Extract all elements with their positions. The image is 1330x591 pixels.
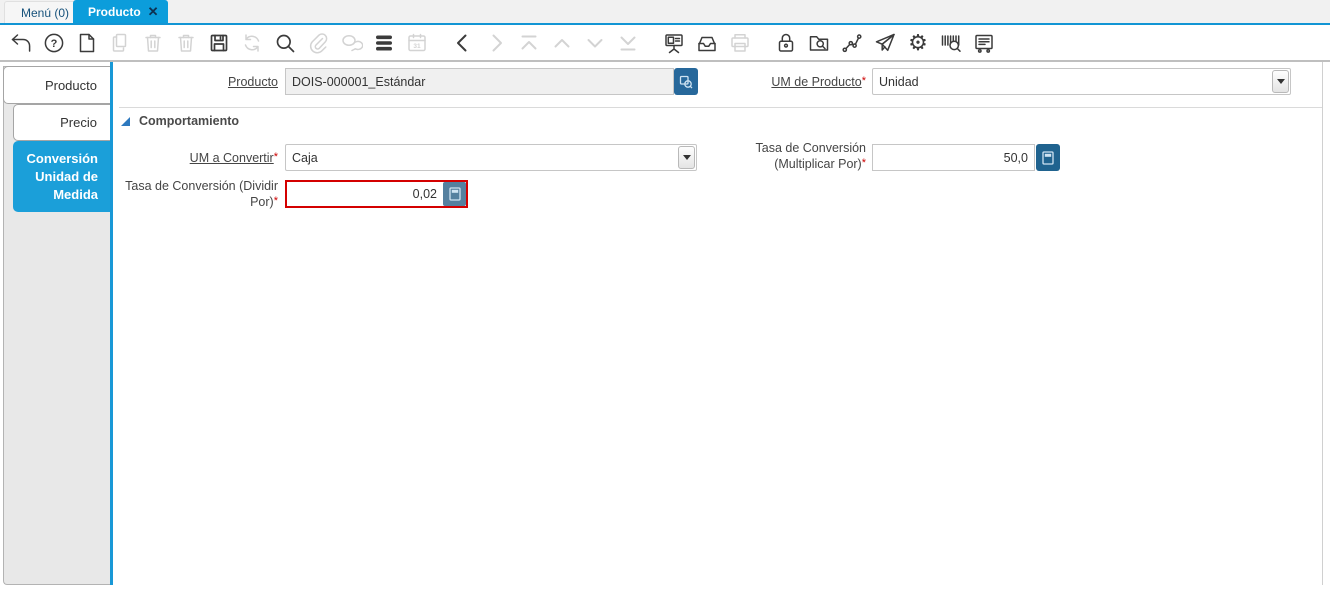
attachment-icon[interactable] xyxy=(305,30,331,56)
copy-record-icon[interactable] xyxy=(107,30,133,56)
panel-right-edge xyxy=(1322,62,1323,585)
next-record-icon[interactable] xyxy=(483,30,509,56)
section-header: Comportamiento xyxy=(121,114,239,128)
help-icon[interactable]: ? xyxy=(41,30,67,56)
product-search-button[interactable] xyxy=(674,68,698,95)
workflow-icon[interactable] xyxy=(839,30,865,56)
uom-to-label[interactable]: UM a Convertir* xyxy=(118,150,278,166)
new-record-icon[interactable] xyxy=(74,30,100,56)
save-icon[interactable] xyxy=(206,30,232,56)
section-title: Comportamiento xyxy=(139,114,239,128)
product-uom-required-marker: * xyxy=(861,75,866,87)
multiply-rate-required-marker: * xyxy=(861,157,866,169)
product-field[interactable] xyxy=(285,68,674,95)
sidebar-tab-conversion-um[interactable]: Conversión Unidad de Medida xyxy=(13,141,110,212)
uom-to-dropdown-button[interactable] xyxy=(678,146,695,169)
product-uom-combobox[interactable] xyxy=(872,68,1291,95)
product-input[interactable] xyxy=(286,69,673,94)
product-window: Menú (0) Producto ✕ ? 31 ⚙ Producto Prec… xyxy=(0,0,1330,591)
lock-icon[interactable] xyxy=(773,30,799,56)
product-uom-label[interactable]: UM de Producto* xyxy=(696,74,866,90)
archive-icon[interactable] xyxy=(694,30,720,56)
tab-producto[interactable]: Producto ✕ xyxy=(73,0,168,23)
multiply-rate-label: Tasa de Conversión (Multiplicar Por)* xyxy=(696,141,866,172)
pos-icon[interactable] xyxy=(971,30,997,56)
multiply-rate-label-text: Tasa de Conversión (Multiplicar Por) xyxy=(755,141,866,171)
grid-toggle-icon[interactable] xyxy=(371,30,397,56)
delete-record-icon[interactable] xyxy=(140,30,166,56)
process-icon[interactable]: ⚙ xyxy=(905,30,931,56)
send-icon[interactable] xyxy=(872,30,898,56)
chat-icon[interactable] xyxy=(338,30,364,56)
product-uom-label-link[interactable]: UM de Producto xyxy=(771,75,861,89)
multiply-rate-calculator-button[interactable] xyxy=(1036,144,1060,171)
sidebar-tab-precio[interactable]: Precio xyxy=(13,104,110,141)
first-record-icon[interactable] xyxy=(516,30,542,56)
uom-to-label-link[interactable]: UM a Convertir xyxy=(190,151,274,165)
uom-to-input[interactable] xyxy=(286,145,676,170)
uom-to-combobox[interactable] xyxy=(285,144,697,171)
refresh-icon[interactable] xyxy=(239,30,265,56)
detail-record-icon[interactable] xyxy=(582,30,608,56)
product-info-icon[interactable] xyxy=(938,30,964,56)
parent-record-icon[interactable] xyxy=(549,30,575,56)
svg-text:?: ? xyxy=(51,37,58,49)
find-icon[interactable] xyxy=(272,30,298,56)
sidebar-tab-producto[interactable]: Producto xyxy=(3,66,110,104)
product-label[interactable]: Producto xyxy=(118,74,278,90)
divide-rate-label-text: Tasa de Conversión (Dividir Por) xyxy=(125,179,278,209)
divide-rate-field-group[interactable] xyxy=(285,180,468,208)
sidebar-divider xyxy=(110,62,113,585)
svg-text:31: 31 xyxy=(413,42,421,49)
tab-producto-label: Producto xyxy=(88,4,141,19)
divide-rate-label: Tasa de Conversión (Dividir Por)* xyxy=(118,179,278,210)
divide-rate-input[interactable] xyxy=(287,182,443,206)
print-icon[interactable] xyxy=(727,30,753,56)
delete-selection-icon[interactable] xyxy=(173,30,199,56)
chevron-down-icon xyxy=(682,155,691,160)
close-icon[interactable]: ✕ xyxy=(148,4,159,20)
divide-rate-required-marker: * xyxy=(273,195,278,207)
sidebar-tab-precio-label: Precio xyxy=(60,115,97,130)
product-uom-input[interactable] xyxy=(873,69,1270,94)
calculator-icon xyxy=(1042,150,1054,165)
calculator-icon xyxy=(448,187,461,201)
window-tab-bar: Menú (0) Producto ✕ xyxy=(0,0,1330,23)
report-icon[interactable] xyxy=(661,30,687,56)
sidebar-tab-producto-label: Producto xyxy=(44,77,97,93)
calendar-icon[interactable]: 31 xyxy=(404,30,430,56)
last-record-icon[interactable] xyxy=(615,30,641,56)
undo-icon[interactable] xyxy=(8,30,34,56)
product-uom-dropdown-button[interactable] xyxy=(1272,70,1289,93)
previous-record-icon[interactable] xyxy=(450,30,476,56)
uom-to-required-marker: * xyxy=(273,151,278,163)
document-search-icon[interactable] xyxy=(806,30,832,56)
chevron-down-icon xyxy=(1276,79,1285,84)
multiply-rate-input[interactable] xyxy=(873,145,1034,170)
product-label-link[interactable]: Producto xyxy=(228,75,278,89)
section-separator xyxy=(119,107,1322,108)
product-search-icon xyxy=(679,75,693,88)
toolbar: ? 31 ⚙ xyxy=(0,25,1330,62)
divide-rate-calculator-button[interactable] xyxy=(443,182,466,206)
collapse-triangle-icon[interactable] xyxy=(121,116,130,126)
multiply-rate-field[interactable] xyxy=(872,144,1035,171)
